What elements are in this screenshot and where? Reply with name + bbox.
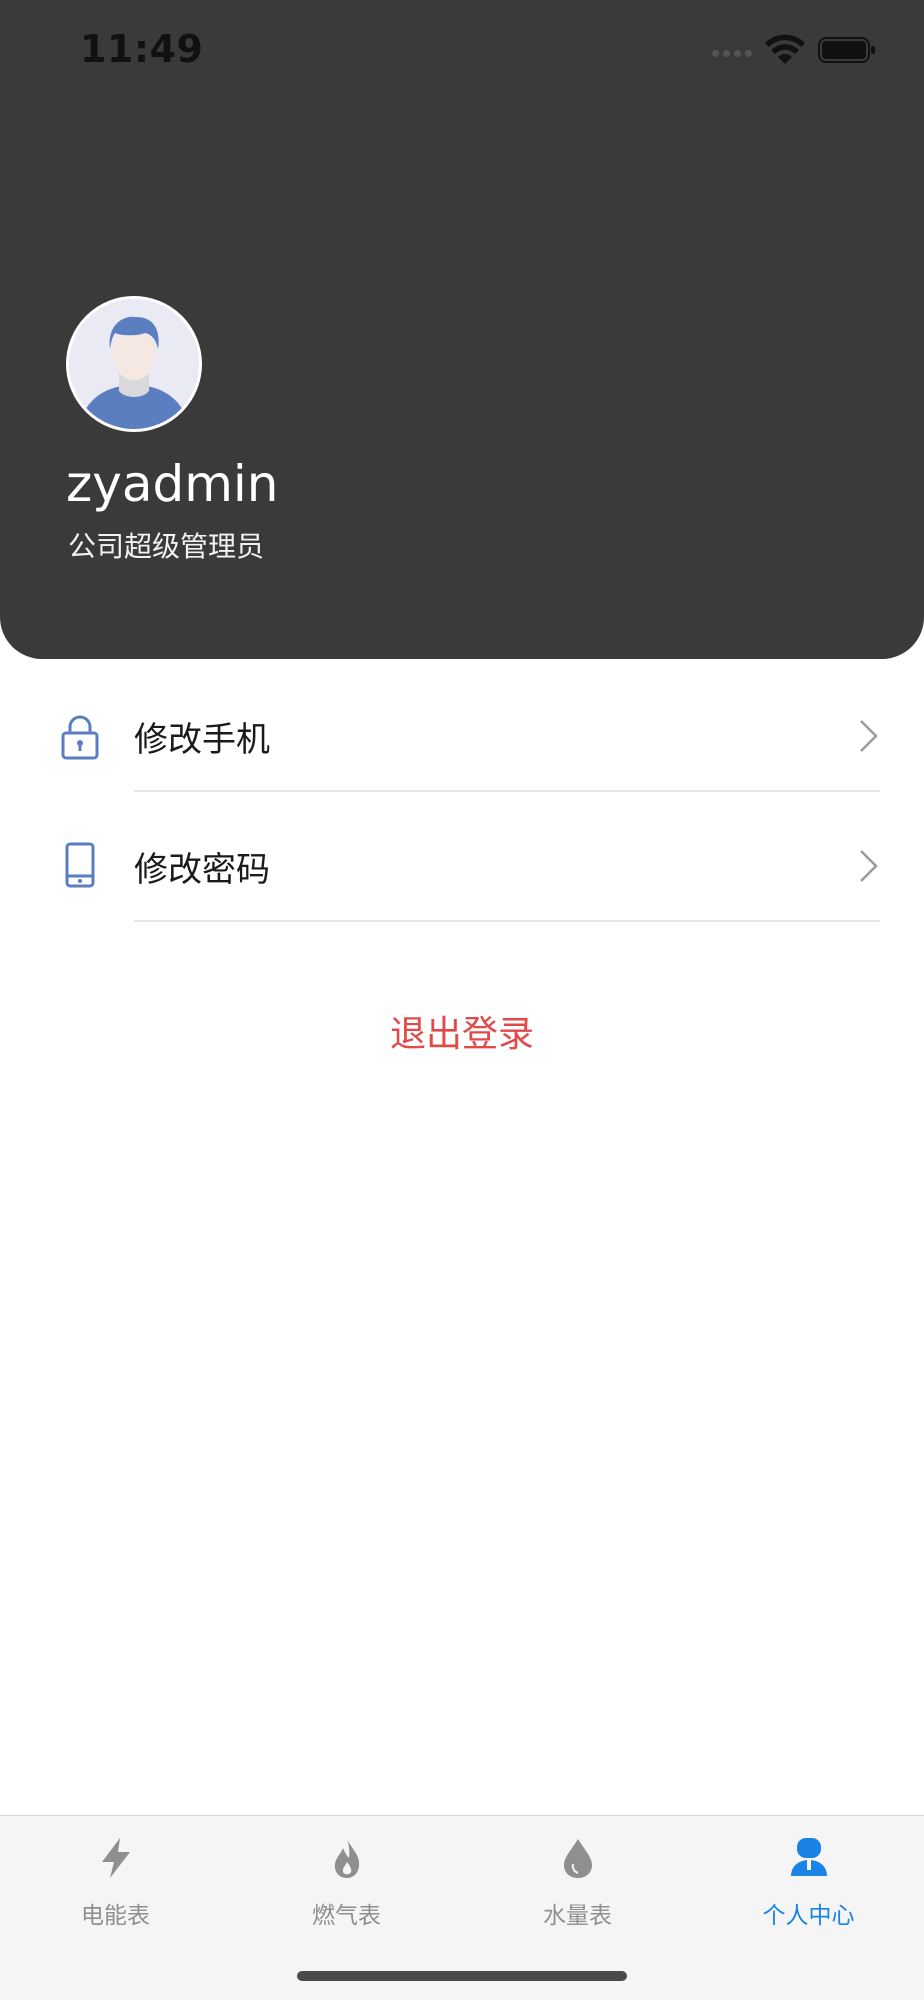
battery-icon	[818, 37, 875, 63]
lightning-icon	[102, 1838, 130, 1878]
avatar-person-icon	[69, 299, 199, 429]
change-phone-item[interactable]: 修改手机	[0, 670, 924, 800]
home-indicator	[297, 1971, 627, 1981]
wifi-icon	[765, 34, 805, 64]
person-icon	[791, 1838, 827, 1876]
avatar[interactable]	[66, 296, 202, 432]
change-phone-label: 修改手机	[134, 720, 270, 760]
status-bar: 11:49	[0, 0, 924, 100]
tab-electric-meter[interactable]: 电能表	[0, 1816, 231, 1946]
user-role: 公司超级管理员	[68, 530, 265, 563]
tab-label: 个人中心	[762, 1903, 855, 1929]
username: zyadmin	[66, 455, 279, 513]
chevron-right-icon	[860, 720, 878, 752]
tab-personal-center[interactable]: 个人中心	[693, 1816, 924, 1946]
change-password-item[interactable]: 修改密码	[0, 800, 924, 930]
water-drop-icon	[564, 1839, 592, 1878]
logout-button[interactable]: 退出登录	[0, 1005, 924, 1057]
flame-icon	[334, 1838, 360, 1878]
lock-icon	[61, 715, 99, 760]
phone-icon	[65, 842, 95, 888]
profile-header: 11:49 zyadmin 公司超级管理员	[0, 0, 924, 659]
cellular-signal-icon	[712, 48, 756, 58]
change-password-label: 修改密码	[134, 850, 270, 890]
divider	[134, 790, 880, 792]
tab-label: 水量表	[543, 1903, 612, 1929]
status-time: 11:49	[80, 27, 204, 71]
tab-label: 电能表	[81, 1903, 150, 1929]
tab-label: 燃气表	[312, 1903, 381, 1929]
tab-water-meter[interactable]: 水量表	[462, 1816, 693, 1946]
tab-gas-meter[interactable]: 燃气表	[231, 1816, 462, 1946]
chevron-right-icon	[860, 850, 878, 882]
divider	[134, 920, 880, 922]
